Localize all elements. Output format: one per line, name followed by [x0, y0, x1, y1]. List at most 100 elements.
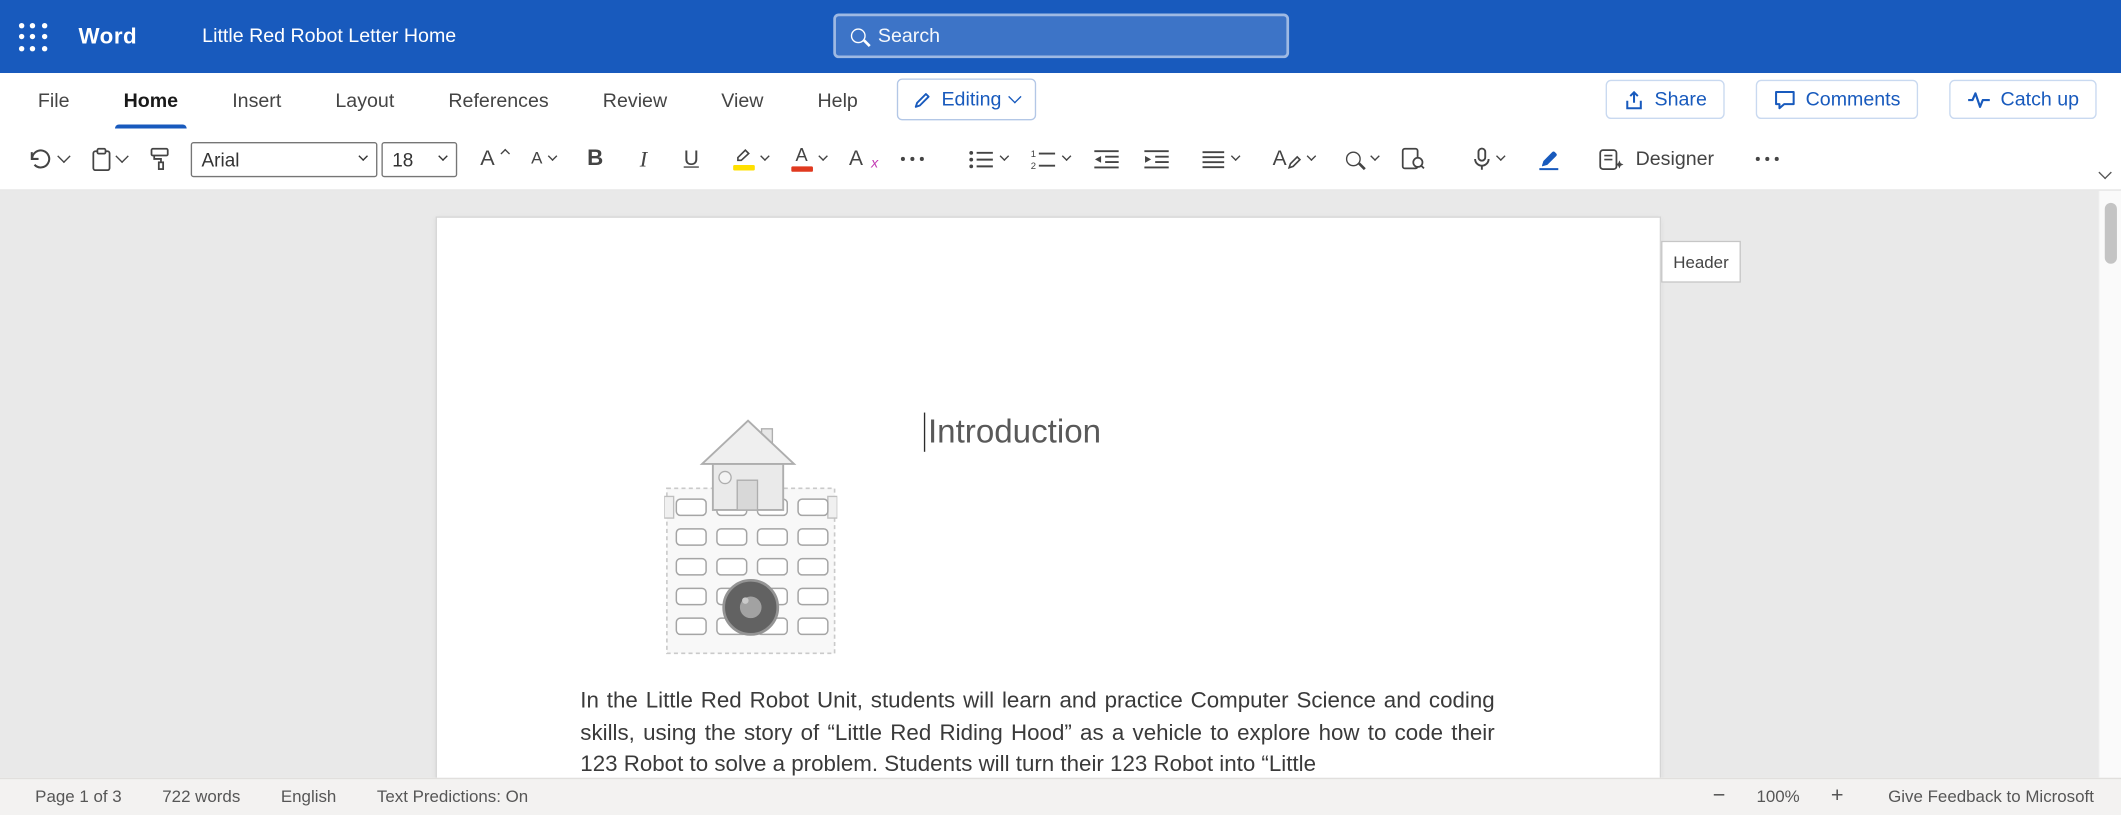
find-button[interactable]: [1346, 152, 1378, 167]
search-box[interactable]: [833, 14, 1289, 59]
align-button[interactable]: [1201, 149, 1239, 168]
font-size-select[interactable]: 18: [381, 141, 457, 176]
clear-formatting-button[interactable]: A x: [849, 147, 878, 171]
chevron-up-icon: [500, 148, 510, 158]
tab-file[interactable]: File: [11, 73, 97, 128]
find-icon: [1346, 152, 1361, 167]
document-image[interactable]: [664, 407, 837, 664]
share-button[interactable]: Share: [1606, 80, 1725, 119]
clear-formatting-icon: A: [849, 148, 863, 169]
justify-lines-icon: [1201, 149, 1225, 168]
home-ribbon-toolbar: Arial 18 A A B I U: [0, 129, 2121, 191]
scrollbar-thumb[interactable]: [2104, 203, 2116, 264]
increase-indent-button[interactable]: [1143, 149, 1170, 169]
underline-button[interactable]: U: [684, 147, 699, 171]
underline-icon: U: [684, 147, 699, 171]
comments-label: Comments: [1806, 89, 1901, 111]
chevron-down-icon: [1009, 90, 1021, 102]
tab-view[interactable]: View: [694, 73, 790, 128]
tab-home[interactable]: Home: [97, 73, 206, 128]
tab-references[interactable]: References: [421, 73, 575, 128]
catch-up-label: Catch up: [2001, 89, 2080, 111]
italic-button[interactable]: I: [640, 145, 647, 172]
tab-insert[interactable]: Insert: [205, 73, 308, 128]
zoom-out-button[interactable]: −: [1713, 785, 1726, 809]
word-count-status[interactable]: 722 words: [162, 787, 240, 806]
status-left-group: Page 1 of 3 722 words English Text Predi…: [35, 787, 528, 806]
bold-button[interactable]: B: [587, 146, 603, 172]
zoom-level[interactable]: 100%: [1756, 787, 1799, 806]
page-with-magnifier-icon: [1402, 147, 1426, 170]
catch-up-button[interactable]: Catch up: [1949, 80, 2097, 119]
document-title[interactable]: Little Red Robot Letter Home: [202, 26, 456, 48]
format-painter-button[interactable]: [149, 147, 171, 170]
styles-button[interactable]: A: [1273, 148, 1315, 169]
grow-font-button[interactable]: A: [480, 148, 508, 170]
editing-mode-dropdown[interactable]: Editing: [897, 78, 1036, 120]
tab-layout[interactable]: Layout: [308, 73, 421, 128]
app-launcher-icon: [18, 22, 46, 50]
numbering-button[interactable]: 1 2: [1030, 149, 1069, 169]
search-input[interactable]: [878, 25, 1272, 47]
svg-text:2: 2: [1030, 161, 1035, 169]
chevron-down-icon: [1231, 151, 1241, 161]
chevron-down-icon: [438, 151, 448, 161]
dictate-button[interactable]: [1473, 147, 1504, 170]
ellipsis-icon: [901, 157, 923, 161]
text-highlight-color-button[interactable]: [733, 147, 768, 170]
bold-icon: B: [587, 146, 603, 172]
top-right-actions: Share Comments Catch up: [1606, 80, 2097, 119]
feedback-link[interactable]: Give Feedback to Microsoft: [1888, 787, 2094, 806]
font-name-select[interactable]: Arial: [191, 141, 378, 176]
font-size-value: 18: [392, 148, 413, 170]
comments-button[interactable]: Comments: [1756, 80, 1918, 119]
ribbon-tab-row: File Home Insert Layout References Revie…: [0, 73, 2121, 128]
chevron-down-icon: [1370, 151, 1380, 161]
chevron-down-icon: [2098, 165, 2110, 177]
house-robot-sketch-icon: [664, 407, 837, 664]
collapse-ribbon-button[interactable]: [2100, 160, 2109, 180]
bullets-button[interactable]: [968, 149, 1007, 168]
document-canvas: Introduction In the Little Red Robot Uni…: [0, 191, 2121, 777]
app-logo-text[interactable]: Word: [78, 24, 137, 50]
header-section-tab[interactable]: Header: [1661, 241, 1741, 283]
document-heading[interactable]: Introduction: [924, 413, 1101, 452]
editor-pen-button[interactable]: [1538, 147, 1560, 170]
vertical-scrollbar[interactable]: [2098, 191, 2121, 777]
ink-editor-pen-icon: [1538, 147, 1560, 170]
chevron-down-icon: [818, 151, 828, 161]
editing-mode-label: Editing: [941, 89, 1001, 111]
shrink-font-icon: A: [531, 150, 542, 167]
document-heading-text: Introduction: [928, 413, 1101, 451]
highlight-icon: [733, 147, 755, 170]
chevron-down-icon: [358, 151, 368, 161]
microphone-icon: [1473, 147, 1491, 170]
shrink-font-button[interactable]: A: [531, 150, 556, 167]
paste-button[interactable]: [91, 147, 125, 171]
decrease-indent-button[interactable]: [1093, 149, 1120, 169]
tab-help[interactable]: Help: [790, 73, 884, 128]
zoom-in-button[interactable]: +: [1831, 785, 1844, 809]
ellipsis-icon: [1756, 157, 1778, 161]
app-launcher-button[interactable]: [0, 0, 65, 73]
more-font-options-button[interactable]: [901, 157, 923, 161]
document-search-button[interactable]: [1402, 147, 1426, 170]
tab-review[interactable]: Review: [576, 73, 694, 128]
language-status[interactable]: English: [281, 787, 336, 806]
document-page[interactable]: Introduction In the Little Red Robot Uni…: [436, 216, 1662, 777]
share-icon: [1623, 89, 1645, 111]
document-paragraph[interactable]: In the Little Red Robot Unit, students w…: [580, 686, 1494, 777]
app-top-bar: Word Little Red Robot Letter Home: [0, 0, 2121, 73]
designer-button[interactable]: Designer: [1599, 148, 1714, 170]
undo-button[interactable]: [27, 149, 68, 169]
page-number-status[interactable]: Page 1 of 3: [35, 787, 122, 806]
chevron-down-icon: [1496, 151, 1506, 161]
text-predictions-status[interactable]: Text Predictions: On: [377, 787, 528, 806]
svg-text:1: 1: [1030, 149, 1035, 160]
italic-icon: I: [640, 145, 647, 172]
more-commands-button[interactable]: [1756, 157, 1778, 161]
undo-icon: [27, 149, 53, 169]
font-name-value: Arial: [202, 148, 240, 170]
chevron-down-icon: [1062, 151, 1072, 161]
font-color-button[interactable]: A: [791, 146, 826, 172]
